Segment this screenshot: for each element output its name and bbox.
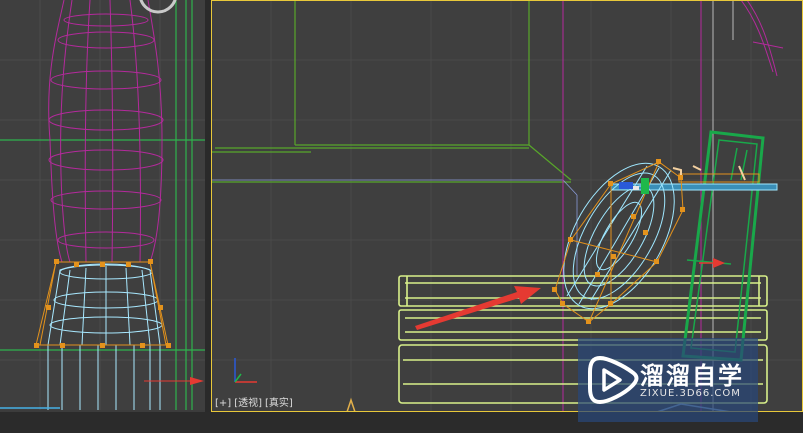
viewport-label: [+] [透视] [真实] <box>215 394 296 409</box>
left-viewport-scene <box>0 0 205 410</box>
room-wireframe[interactable] <box>211 0 572 412</box>
watermark-title: 溜溜自学 <box>640 362 744 390</box>
watermark: 溜溜自学 ZIXUE.3D66.COM <box>578 338 758 422</box>
red-axis-arrow-left <box>144 377 204 385</box>
green-guides <box>0 0 205 410</box>
cyan-stand-wireframe[interactable] <box>47 263 163 410</box>
watermark-subtitle: ZIXUE.3D66.COM <box>640 388 741 399</box>
max-workspace: [+] [透视] [真实] 溜溜自学 ZIXUE.3D66.COM <box>0 0 803 433</box>
gizmo-ring[interactable] <box>139 0 177 14</box>
viewport-menu-plus[interactable]: [+] <box>215 398 231 409</box>
viewport-menu-shading[interactable]: [真实] <box>265 398 293 409</box>
magenta-vase-wireframe[interactable] <box>48 0 164 263</box>
grid <box>0 0 205 410</box>
left-viewport[interactable] <box>0 0 205 410</box>
viewport-menu-view[interactable]: [透视] <box>234 398 262 409</box>
blue-guides <box>211 179 578 275</box>
play-logo-icon <box>588 355 639 405</box>
axis-tripod <box>234 358 257 383</box>
annotation-arrow <box>415 286 541 330</box>
